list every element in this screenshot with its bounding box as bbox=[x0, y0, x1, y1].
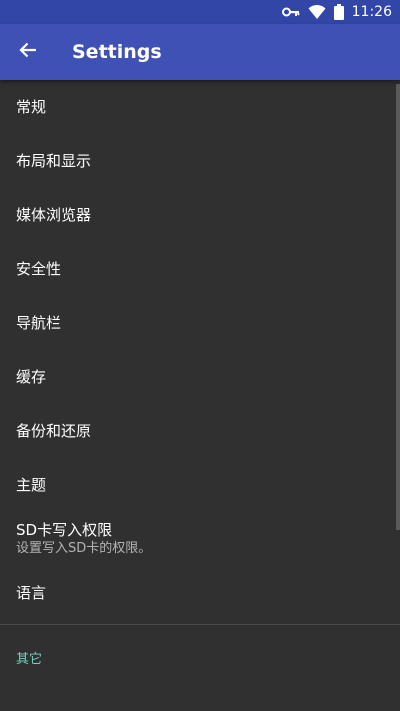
pref-title: 语言 bbox=[16, 584, 47, 602]
category-header-other: 其它 bbox=[16, 651, 43, 667]
pref-media-browser[interactable]: 媒体浏览器 bbox=[0, 188, 400, 242]
pref-title: 常规 bbox=[16, 98, 47, 116]
status-time: 11:26 bbox=[351, 4, 392, 20]
status-icons: 11:26 bbox=[281, 0, 392, 24]
arrow-back-icon bbox=[19, 41, 37, 63]
pref-backup[interactable]: 备份和还原 bbox=[0, 404, 400, 458]
pref-title: 布局和显示 bbox=[16, 152, 92, 170]
pref-title: 媒体浏览器 bbox=[16, 206, 92, 224]
pref-title: 导航栏 bbox=[16, 314, 62, 332]
app-bar: Settings bbox=[0, 24, 400, 80]
pref-title: SD卡写入权限 bbox=[16, 521, 113, 539]
pref-title: 备份和还原 bbox=[16, 422, 92, 440]
pref-navbar[interactable]: 导航栏 bbox=[0, 296, 400, 350]
pref-general[interactable]: 常规 bbox=[0, 80, 400, 134]
back-button[interactable] bbox=[4, 24, 52, 80]
pref-layout[interactable]: 布局和显示 bbox=[0, 134, 400, 188]
pref-summary: 设置写入SD卡的权限。 bbox=[16, 541, 152, 556]
pref-theme[interactable]: 主题 bbox=[0, 458, 400, 512]
page-title: Settings bbox=[72, 41, 162, 63]
pref-title: 安全性 bbox=[16, 260, 62, 278]
pref-title: 缓存 bbox=[16, 368, 47, 386]
wifi-icon bbox=[308, 4, 326, 20]
scrollbar[interactable] bbox=[396, 84, 400, 530]
key-icon bbox=[281, 6, 300, 18]
pref-sd-write[interactable]: SD卡写入权限 设置写入SD卡的权限。 bbox=[0, 512, 400, 566]
settings-list[interactable]: 常规 布局和显示 媒体浏览器 安全性 导航栏 缓存 备份和还原 主题 SD卡写入… bbox=[0, 80, 400, 711]
battery-icon bbox=[333, 4, 344, 20]
status-bar: 11:26 bbox=[0, 0, 400, 24]
pref-title: 主题 bbox=[16, 476, 47, 494]
pref-language[interactable]: 语言 bbox=[0, 566, 400, 620]
pref-cache[interactable]: 缓存 bbox=[0, 350, 400, 404]
pref-security[interactable]: 安全性 bbox=[0, 242, 400, 296]
